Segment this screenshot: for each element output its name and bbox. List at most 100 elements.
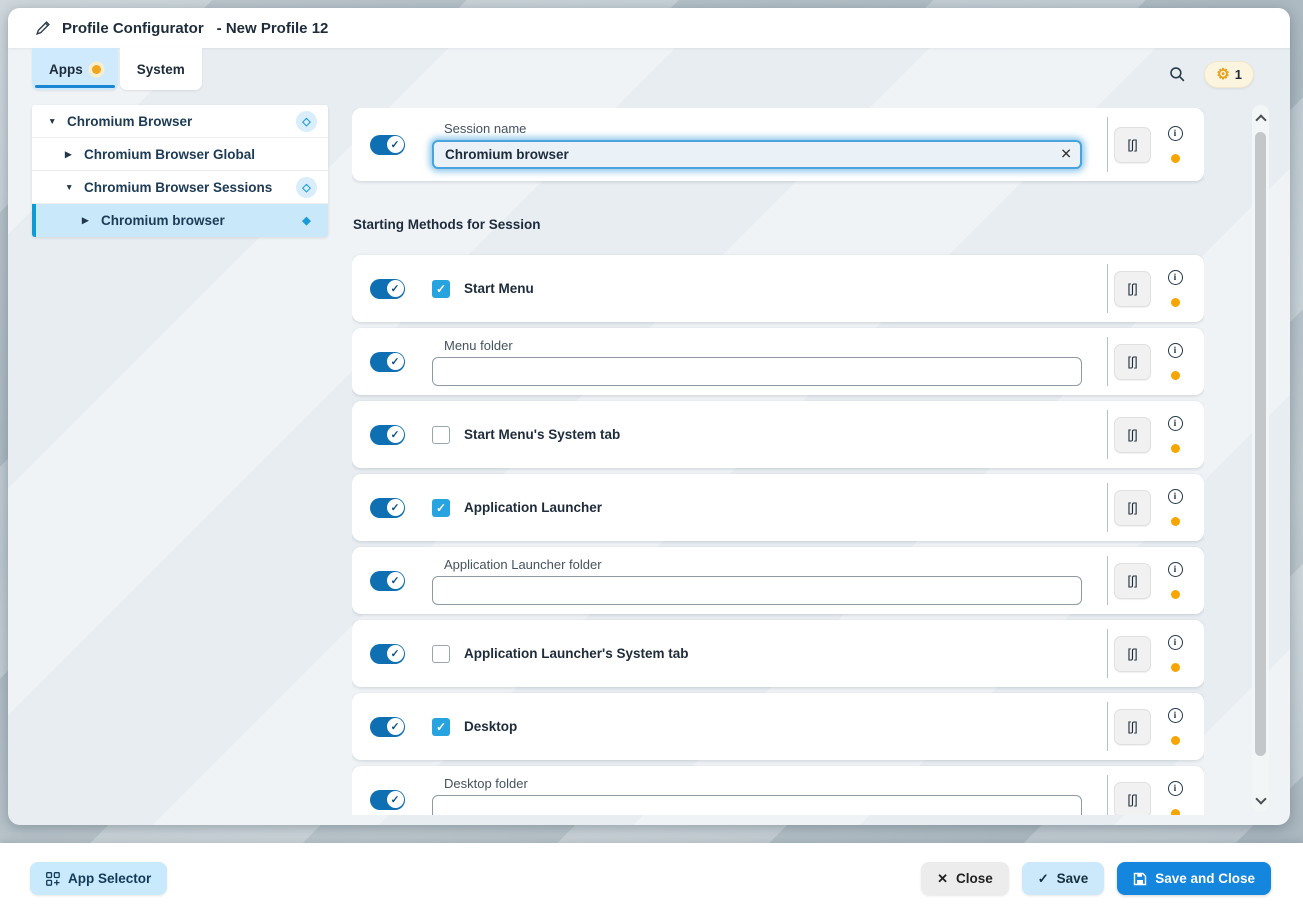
scroll-up-icon[interactable]	[1255, 114, 1266, 125]
toggle-check-icon: ✓	[387, 426, 404, 443]
script-button[interactable]: [ʃ]	[1114, 490, 1151, 526]
tree-arrow-icon[interactable]: ▶	[82, 215, 98, 226]
setting-enable-toggle[interactable]: ✓	[370, 717, 405, 737]
input-wrap: ✕	[432, 140, 1082, 169]
setting-enable-toggle[interactable]: ✓	[370, 279, 405, 299]
field-row: Desktop folder ✕	[432, 776, 1204, 816]
setting-enable-toggle[interactable]: ✓	[370, 352, 405, 372]
card-status-column: i	[1156, 108, 1194, 181]
checkbox-label: Application Launcher	[464, 500, 602, 515]
toggle-check-icon: ✓	[387, 136, 404, 153]
script-button[interactable]: [ʃ]	[1114, 636, 1151, 672]
scrollbar[interactable]	[1252, 105, 1269, 812]
tab-system[interactable]: System	[120, 48, 202, 90]
modified-indicator-dot	[1171, 736, 1180, 745]
card-status-column: i	[1156, 255, 1194, 322]
setting-body: ✓ Application Launcher's System tab	[432, 645, 1204, 663]
sidebar-tree-item[interactable]: ▶ Chromium browser ◆	[32, 204, 328, 237]
script-button[interactable]: [ʃ]	[1114, 417, 1151, 453]
setting-checkbox[interactable]: ✓	[432, 499, 450, 517]
script-button[interactable]: [ʃ]	[1114, 127, 1151, 163]
changes-count-badge[interactable]: ⚙ 1	[1204, 61, 1254, 88]
save-label: Save	[1057, 871, 1089, 886]
tab-apps[interactable]: Apps	[32, 48, 118, 90]
profile-name: - New Profile 12	[217, 20, 329, 37]
setting-checkbox[interactable]: ✓	[432, 645, 450, 663]
tree-arrow-icon[interactable]: ▼	[48, 116, 64, 126]
info-icon[interactable]: i	[1168, 635, 1183, 650]
modified-indicator-dot	[1171, 371, 1180, 380]
tree-arrow-icon[interactable]: ▶	[65, 149, 81, 160]
clear-input-icon[interactable]: ✕	[1060, 146, 1072, 163]
checkbox-check-icon: ✓	[436, 720, 446, 734]
script-button[interactable]: [ʃ]	[1114, 271, 1151, 307]
modified-indicator-dot	[1171, 663, 1180, 672]
setting-checkbox[interactable]: ✓	[432, 280, 450, 298]
sidebar-tree-item[interactable]: ▼ Chromium Browser ◇	[32, 105, 328, 138]
footer-bar: App Selector ✕ Close ✓ Save Save and Clo…	[0, 843, 1303, 913]
info-icon[interactable]: i	[1168, 781, 1183, 796]
text-input[interactable]	[432, 576, 1082, 605]
field-label: Desktop folder	[444, 776, 1204, 791]
checkbox-label: Start Menu's System tab	[464, 427, 620, 442]
script-button[interactable]: [ʃ]	[1114, 563, 1151, 599]
input-wrap: ✕	[432, 357, 1082, 386]
setting-body: ✓ Start Menu's System tab	[432, 426, 1204, 444]
info-icon[interactable]: i	[1168, 489, 1183, 504]
tab-bar: Apps System	[32, 48, 202, 90]
info-icon[interactable]: i	[1168, 126, 1183, 141]
modified-indicator-dot	[1171, 444, 1180, 453]
setting-card: ✓ ✓ Application Launcher [ʃ] i	[352, 474, 1204, 541]
setting-enable-toggle[interactable]: ✓	[370, 790, 405, 810]
card-divider	[1107, 410, 1108, 459]
save-and-close-label: Save and Close	[1155, 871, 1255, 886]
field-label: Menu folder	[444, 338, 1204, 353]
input-wrap: ✕	[432, 576, 1082, 605]
scrollbar-thumb[interactable]	[1255, 132, 1266, 756]
setting-checkbox[interactable]: ✓	[432, 718, 450, 736]
card-status-column: i	[1156, 693, 1194, 760]
field-label: Session name	[444, 121, 1204, 136]
checkbox-row: ✓ Start Menu	[432, 280, 1204, 298]
info-icon[interactable]: i	[1168, 416, 1183, 431]
setting-card: ✓ Desktop folder ✕ [ʃ] i	[352, 766, 1204, 815]
sidebar-tree-item[interactable]: ▼ Chromium Browser Sessions ◇	[32, 171, 328, 204]
info-icon[interactable]: i	[1168, 343, 1183, 358]
info-icon[interactable]: i	[1168, 562, 1183, 577]
checkbox-label: Application Launcher's System tab	[464, 646, 689, 661]
search-icon[interactable]	[1167, 65, 1187, 85]
setting-enable-toggle[interactable]: ✓	[370, 571, 405, 591]
setting-enable-toggle[interactable]: ✓	[370, 425, 405, 445]
setting-checkbox[interactable]: ✓	[432, 426, 450, 444]
toggle-check-icon: ✓	[387, 572, 404, 589]
topbar-actions: ⚙ 1	[1167, 61, 1254, 88]
text-input[interactable]	[432, 140, 1082, 169]
save-disk-icon	[1133, 872, 1147, 886]
tab-active-underline	[35, 85, 115, 88]
pencil-icon	[35, 20, 51, 36]
save-button[interactable]: ✓ Save	[1022, 862, 1104, 895]
tree-arrow-icon[interactable]: ▼	[65, 182, 81, 192]
sidebar-tree-item[interactable]: ▶ Chromium Browser Global	[32, 138, 328, 171]
setting-card: ✓ Menu folder ✕ [ʃ] i	[352, 328, 1204, 395]
script-button[interactable]: [ʃ]	[1114, 782, 1151, 816]
setting-enable-toggle[interactable]: ✓	[370, 135, 405, 155]
tab-apps-label: Apps	[49, 62, 83, 77]
text-input[interactable]	[432, 795, 1082, 816]
script-button[interactable]: [ʃ]	[1114, 344, 1151, 380]
app-selector-button[interactable]: App Selector	[30, 862, 167, 895]
card-status-column: i	[1156, 474, 1194, 541]
setting-enable-toggle[interactable]: ✓	[370, 498, 405, 518]
card-divider	[1107, 483, 1108, 532]
changes-count: 1	[1235, 67, 1242, 82]
script-button[interactable]: [ʃ]	[1114, 709, 1151, 745]
info-icon[interactable]: i	[1168, 708, 1183, 723]
close-button[interactable]: ✕ Close	[921, 862, 1009, 895]
modified-indicator-dot	[1171, 517, 1180, 526]
card-divider	[1107, 117, 1108, 172]
setting-enable-toggle[interactable]: ✓	[370, 644, 405, 664]
scroll-down-icon[interactable]	[1255, 793, 1266, 804]
info-icon[interactable]: i	[1168, 270, 1183, 285]
text-input[interactable]	[432, 357, 1082, 386]
save-and-close-button[interactable]: Save and Close	[1117, 862, 1271, 895]
